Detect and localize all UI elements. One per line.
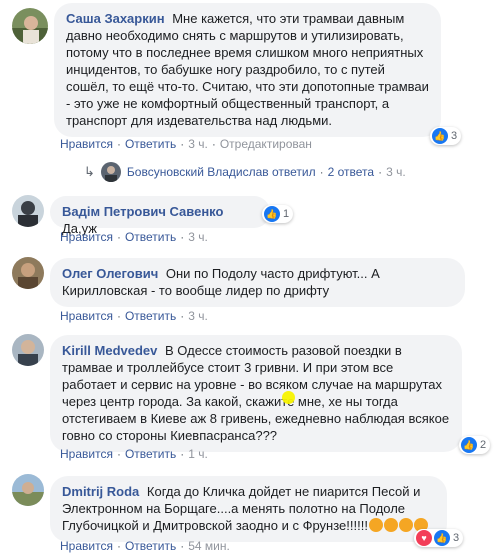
like-icon: 👍 [264,206,280,222]
reply-button[interactable]: Ответить [125,137,176,151]
avatar[interactable] [12,195,44,227]
comment-actions: Нравится · Ответить · 3 ч. [60,230,208,244]
comment-bubble: Олег Олегович Они по Подолу часто дрифту… [50,258,465,307]
reply-author-label[interactable]: Бовсуновский Владислав ответил [127,165,316,179]
comment-text: Мне кажется, что эти трамваи давным давн… [66,11,429,128]
reply-avatar [100,162,121,182]
timestamp[interactable]: 3 ч. [188,230,208,244]
comment-actions: Нравится · Ответить · 3 ч. [60,309,208,323]
like-icon: 👍 [461,437,477,453]
reply-time: 3 ч. [386,165,406,179]
reply-button[interactable]: Ответить [125,447,176,461]
angry-emoji-icon [383,518,398,532]
angry-emoji-icon [398,518,413,532]
reply-arrow-icon: ↳ [84,164,95,179]
avatar[interactable] [12,257,44,289]
comment-author[interactable]: Dmitrij Roda [62,484,139,499]
comment-author[interactable]: Саша Захаркин [66,11,165,26]
comment-bubble: Dmitrij Roda Когда до Кличка дойдет не п… [50,476,447,542]
comment-actions: Нравится · Ответить · 1 ч. [60,447,208,461]
like-button[interactable]: Нравится [60,309,113,323]
comment-bubble: Саша Захаркин Мне кажется, что эти трамв… [54,3,441,137]
edited-label[interactable]: Отредактирован [220,137,312,151]
timestamp[interactable]: 1 ч. [188,447,208,461]
reaction-count[interactable]: 👍 1 [262,205,294,223]
avatar-photo-icon [12,474,44,506]
angry-emoji-icon [368,518,383,532]
avatar-photo-icon [12,195,44,227]
reply-button[interactable]: Ответить [125,309,176,323]
reaction-count[interactable]: ♥ 👍 3 [414,529,464,547]
comment-actions: Нравится · Ответить · 54 мин. [60,539,230,553]
cursor-highlight [282,391,295,404]
like-button[interactable]: Нравится [60,230,113,244]
avatar[interactable] [12,334,44,366]
timestamp[interactable]: 54 мин. [188,539,230,553]
reply-button[interactable]: Ответить [125,539,176,553]
like-button[interactable]: Нравится [60,447,113,461]
comment-author[interactable]: Вадім Петрович Савенко [62,204,223,219]
timestamp[interactable]: 3 ч. [188,137,208,151]
comment-actions: Нравится · Ответить · 3 ч. · Отредактирован [60,137,312,151]
reaction-count[interactable]: 👍 3 [430,127,462,145]
comment-bubble: Вадім Петрович Савенко Да,уж [50,196,270,236]
like-icon: 👍 [434,530,450,546]
comment-bubble: Kirill Medvedev В Одессе стоимость разов… [50,335,462,452]
heart-icon: ♥ [416,530,432,546]
like-icon: 👍 [432,128,448,144]
comment-author[interactable]: Kirill Medvedev [62,343,157,358]
avatar[interactable] [12,8,48,44]
reply-count[interactable]: 2 ответа [328,165,374,179]
like-button[interactable]: Нравится [60,137,113,151]
replies-summary[interactable]: ↳ Бовсуновский Владислав ответил · 2 отв… [84,162,406,182]
avatar-photo-icon [100,162,121,182]
timestamp[interactable]: 3 ч. [188,309,208,323]
avatar-photo-icon [12,334,44,366]
avatar[interactable] [12,474,44,506]
like-button[interactable]: Нравится [60,539,113,553]
reply-button[interactable]: Ответить [125,230,176,244]
avatar-photo-icon [12,257,44,289]
comment-author[interactable]: Олег Олегович [62,266,158,281]
comment-text: В Одессе стоимость разовой поездки в тра… [62,343,450,443]
avatar-photo-icon [12,8,48,44]
reaction-count[interactable]: 👍 2 [459,436,491,454]
